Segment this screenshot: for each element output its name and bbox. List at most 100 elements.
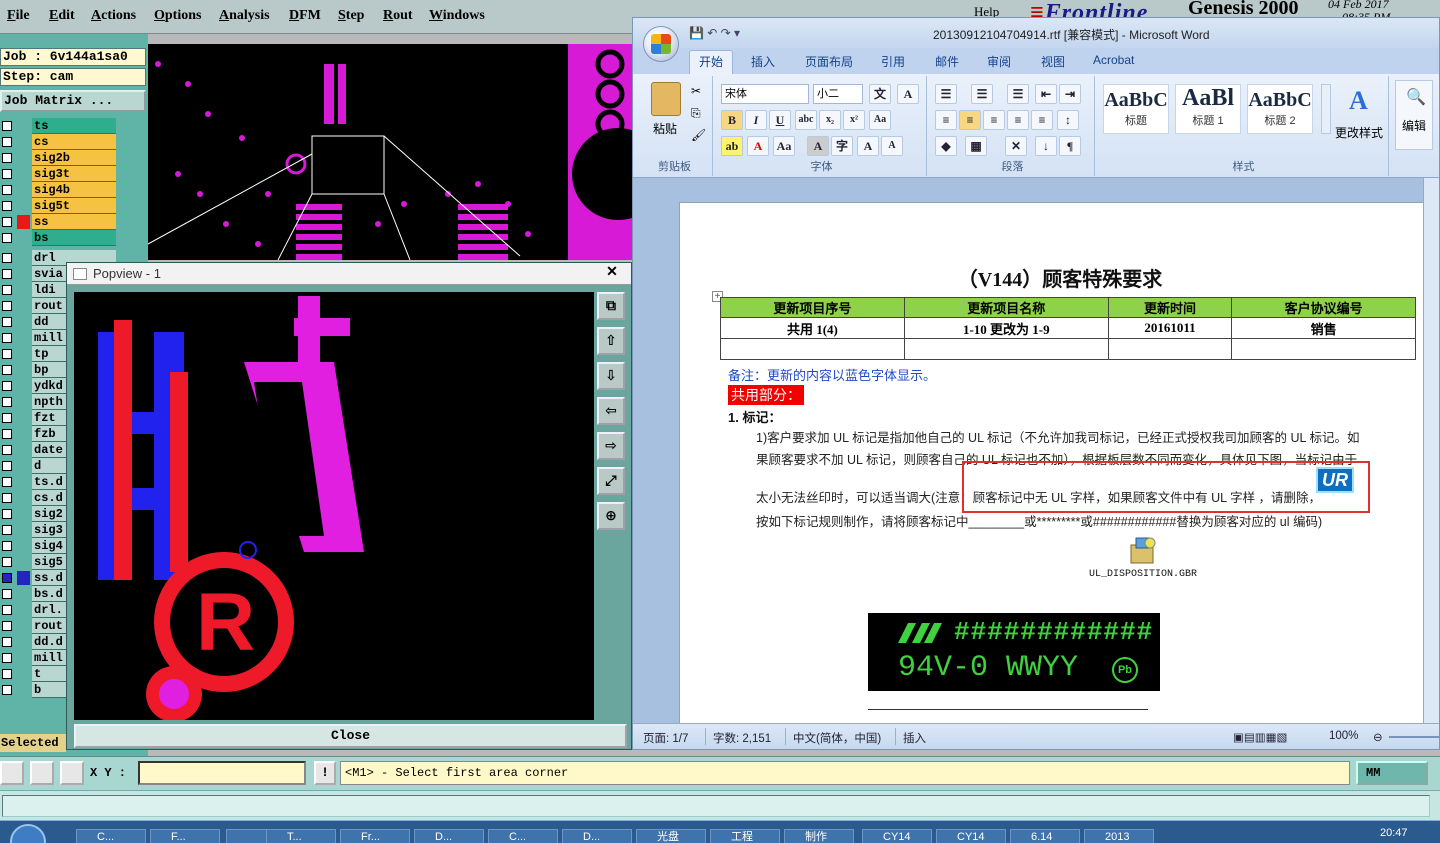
close-icon[interactable]: ✕ [601, 263, 623, 281]
menu-step[interactable]: Step [338, 8, 364, 24]
layer-color-swatch[interactable] [17, 475, 30, 489]
word-count[interactable]: 字数: 2,151 [713, 730, 771, 746]
pan-left-icon[interactable]: ⇦ [597, 397, 625, 425]
layer-checkbox[interactable] [2, 349, 12, 359]
bold-icon[interactable]: B [721, 110, 743, 130]
layer-color-swatch[interactable] [17, 555, 30, 569]
popview-close-button[interactable]: Close [74, 724, 627, 748]
clear-format-icon[interactable]: Aa [869, 110, 891, 130]
unit-selector[interactable]: MM [1356, 761, 1428, 785]
layer-checkbox[interactable] [2, 621, 12, 631]
layer-row[interactable]: sig4b [0, 182, 148, 198]
layer-color-swatch[interactable] [17, 667, 30, 681]
layer-name[interactable]: sig2b [32, 150, 116, 166]
layer-color-swatch[interactable] [17, 231, 30, 245]
layer-color-swatch[interactable] [17, 395, 30, 409]
zoom-out-icon[interactable]: ⊖ [1373, 730, 1383, 744]
layer-color-swatch[interactable] [17, 443, 30, 457]
zoom-icon[interactable]: ⊕ [597, 502, 625, 530]
layer-row[interactable]: cs [0, 134, 148, 150]
layer-checkbox[interactable] [2, 233, 12, 243]
graphic-area[interactable] [148, 44, 632, 260]
document-area[interactable]: + （V144）顾客特殊要求 更新项目序号 更新项目名称 更新时间 客户协议编号… [633, 178, 1439, 723]
layer-color-swatch[interactable] [17, 571, 30, 585]
menu-edit[interactable]: Edit [49, 8, 75, 24]
layer-color-swatch[interactable] [17, 119, 30, 133]
font-name-select[interactable]: 宋体 [721, 84, 809, 104]
pan-down-icon[interactable]: ⇩ [597, 362, 625, 390]
layer-checkbox[interactable] [2, 301, 12, 311]
layer-color-swatch[interactable] [17, 651, 30, 665]
change-case-icon[interactable]: Aa [773, 136, 795, 156]
table-cell[interactable]: 1-10 更改为 1-9 [903, 317, 1109, 339]
editing-button[interactable]: 🔍 编辑 [1395, 80, 1433, 150]
layer-checkbox[interactable] [2, 169, 12, 179]
attachment-name[interactable]: UL_DISPOSITION.GBR [1080, 569, 1206, 580]
layer-color-swatch[interactable] [17, 619, 30, 633]
enclose-char-icon[interactable]: 字 [831, 136, 853, 156]
grid-icon[interactable] [60, 761, 84, 785]
layer-color-swatch[interactable] [17, 507, 30, 521]
taskbar-item[interactable]: D... [562, 829, 632, 843]
command-field[interactable] [2, 795, 1430, 817]
layer-checkbox[interactable] [2, 153, 12, 163]
taskbar-item[interactable]: C... [488, 829, 558, 843]
layer-color-swatch[interactable] [17, 347, 30, 361]
layer-checkbox[interactable] [2, 381, 12, 391]
underline-icon[interactable]: U [769, 110, 791, 130]
layer-checkbox[interactable] [2, 217, 12, 227]
layer-color-swatch[interactable] [17, 135, 30, 149]
align-left-icon[interactable]: ≡ [935, 110, 957, 130]
layer-checkbox[interactable] [2, 669, 12, 679]
taskbar-item[interactable]: Fr... [340, 829, 410, 843]
italic-icon[interactable]: I [745, 110, 767, 130]
layer-checkbox[interactable] [2, 185, 12, 195]
layer-checkbox[interactable] [2, 589, 12, 599]
layer-checkbox[interactable] [2, 445, 12, 455]
layer-checkbox[interactable] [2, 525, 12, 535]
taskbar-item[interactable]: 6.14 [1010, 829, 1080, 843]
layer-row[interactable]: sig2b [0, 150, 148, 166]
layer-color-swatch[interactable] [17, 427, 30, 441]
layer-color-swatch[interactable] [17, 379, 30, 393]
style-heading1[interactable]: AaBl 标题 1 [1175, 84, 1241, 134]
change-styles-icon[interactable]: A [1349, 86, 1368, 116]
layer-row[interactable]: sig5t [0, 198, 148, 214]
taskbar-item[interactable]: 制作 [784, 829, 854, 843]
insert-mode[interactable]: 插入 [903, 730, 926, 746]
layer-name[interactable]: sig4b [32, 182, 116, 198]
tab-review[interactable]: 审阅 [987, 53, 1011, 70]
layer-name[interactable]: bs [32, 230, 116, 246]
layer-color-swatch[interactable] [17, 151, 30, 165]
layer-color-swatch[interactable] [17, 215, 30, 229]
layer-name[interactable]: sig5t [32, 198, 116, 214]
superscript-icon[interactable]: x² [843, 110, 865, 130]
layer-checkbox[interactable] [2, 541, 12, 551]
tab-insert[interactable]: 插入 [751, 53, 775, 70]
layer-name[interactable]: ss [32, 214, 116, 230]
layer-checkbox[interactable] [2, 557, 12, 567]
numbering-icon[interactable]: ☰ [971, 84, 993, 104]
tab-references[interactable]: 引用 [881, 53, 905, 70]
table-cell[interactable] [1231, 338, 1416, 360]
layer-checkbox[interactable] [2, 365, 12, 375]
menu-actions[interactable]: Actions [91, 8, 136, 24]
align-right-icon[interactable]: ≡ [983, 110, 1005, 130]
layer-color-swatch[interactable] [17, 683, 30, 697]
layer-checkbox[interactable] [2, 269, 12, 279]
pan-up-icon[interactable]: ⇧ [597, 327, 625, 355]
taskbar-item[interactable]: 工程 [710, 829, 780, 843]
taskbar-item[interactable]: 光盘 [636, 829, 706, 843]
language-indicator[interactable]: 中文(简体，中国) [793, 730, 881, 746]
sort-icon[interactable]: ↓ [1035, 136, 1057, 156]
decrease-indent-icon[interactable]: ⇤ [1035, 84, 1057, 104]
char-shading-icon[interactable]: A [807, 136, 829, 156]
pinyin-icon[interactable]: 文 [869, 84, 891, 104]
layer-checkbox[interactable] [2, 461, 12, 471]
line-spacing-icon[interactable]: ↕ [1057, 110, 1079, 130]
taskbar-item[interactable]: CY14 [936, 829, 1006, 843]
layer-checkbox[interactable] [2, 317, 12, 327]
quick-access-toolbar[interactable]: 💾 ↶ ↷ ▾ [689, 26, 740, 40]
attachment-icon[interactable] [1128, 535, 1158, 565]
layer-checkbox[interactable] [2, 573, 12, 583]
